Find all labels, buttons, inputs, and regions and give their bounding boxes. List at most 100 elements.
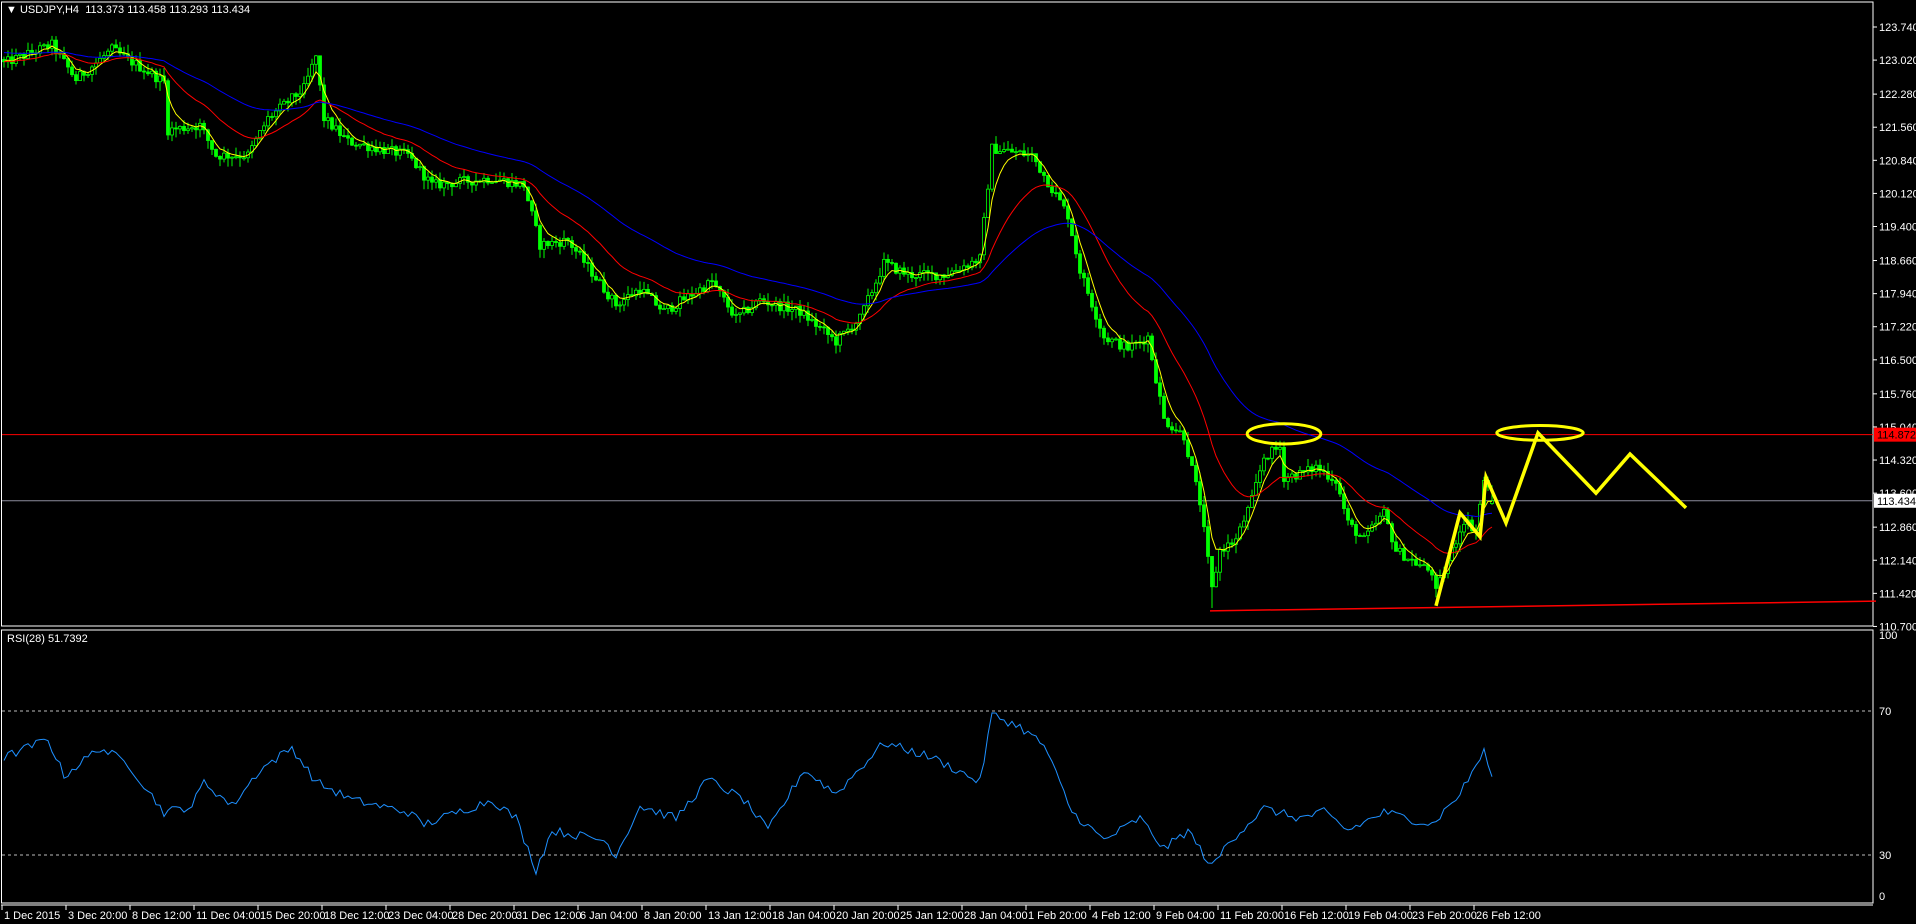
candle-body (702, 287, 706, 292)
candle-body (1206, 526, 1210, 557)
candle-body (1250, 495, 1254, 508)
candle-body (306, 75, 310, 85)
candle-body (922, 270, 926, 273)
current-price-label: 113.434 (1877, 496, 1916, 508)
candle-body (1058, 192, 1062, 201)
candle-body (1158, 382, 1162, 397)
time-label: 20 Jan 20:00 (836, 910, 900, 922)
candle-body (870, 292, 874, 297)
price-label: 112.860 (1879, 522, 1916, 534)
candle-body (1086, 277, 1090, 294)
candle-body (1186, 439, 1190, 458)
time-label: 18 Jan 04:00 (772, 910, 836, 922)
candle-body (674, 308, 678, 312)
time-label: 31 Dec 12:00 (516, 910, 581, 922)
candle-body (450, 183, 454, 188)
candle-body (882, 258, 886, 277)
candle-body (1130, 342, 1134, 351)
candle-body (434, 179, 438, 183)
price-label: 120.120 (1879, 188, 1916, 200)
candle-body (926, 270, 930, 273)
candle-body (818, 326, 822, 328)
candle-body (770, 304, 774, 307)
candle-body (1242, 520, 1246, 528)
candle-body (538, 225, 542, 250)
candles (2, 35, 1494, 609)
candle-body (862, 305, 866, 315)
candle-body (562, 237, 566, 247)
time-label: 8 Jan 20:00 (644, 910, 702, 922)
time-label: 15 Dec 20:00 (260, 910, 325, 922)
time-label: 8 Dec 12:00 (132, 910, 191, 922)
candle-body (338, 125, 342, 136)
candle-body (186, 128, 190, 131)
candle-body (1402, 548, 1406, 561)
candle-body (1254, 482, 1258, 496)
price-label: 118.660 (1879, 256, 1916, 268)
candle-body (1410, 558, 1414, 561)
price-label: 120.840 (1879, 155, 1916, 167)
candle-body (270, 116, 274, 118)
time-label: 26 Feb 12:00 (1476, 910, 1541, 922)
candle-body (1406, 558, 1410, 561)
candle-body (54, 39, 58, 54)
candle-body (390, 146, 394, 149)
main-panel-border (1, 1, 1874, 627)
candle-body (1346, 508, 1350, 521)
candle-body (274, 110, 278, 118)
candle-body (714, 280, 718, 287)
candle-body (182, 126, 186, 131)
candle-body (542, 240, 546, 250)
candle-body (30, 49, 34, 54)
candle-body (1062, 199, 1066, 207)
candle-body (1190, 456, 1194, 466)
price-label: 114.320 (1879, 455, 1916, 467)
candle-body (1118, 338, 1122, 350)
candle-body (1278, 446, 1282, 450)
support-trendline (1209, 600, 1877, 612)
candle-body (382, 147, 386, 155)
candle-body (830, 334, 834, 338)
time-label: 11 Feb 20:00 (1220, 910, 1284, 922)
ohlc-readout: 113.373 113.458 113.293 113.434 (85, 4, 251, 16)
price-chart[interactable]: 123.740 123.020 122.280 121.560 120.840 120.1… (0, 0, 1916, 924)
candle-body (658, 304, 662, 310)
candle-body (1102, 327, 1106, 339)
candle-body (1178, 430, 1182, 433)
candle-body (1214, 571, 1218, 588)
candle-body (1354, 524, 1358, 536)
axes: 123.740 123.020 122.280 121.560 120.840 120.1… (1, 22, 1916, 922)
candle-body (814, 319, 818, 327)
candle-body (326, 117, 330, 122)
candle-body (70, 66, 74, 76)
candle-body (1434, 574, 1438, 589)
candle-body (262, 125, 266, 131)
time-label: 1 Feb 20:00 (1028, 910, 1087, 922)
candle-body (1290, 473, 1294, 478)
candle-body (666, 305, 670, 310)
menu-arrow-icon[interactable]: ▼ (6, 4, 20, 16)
candle-body (354, 144, 358, 147)
candle-body (1090, 293, 1094, 308)
candle-body (358, 143, 362, 147)
candle-body (598, 279, 602, 282)
candle-body (730, 306, 734, 316)
candle-body (578, 250, 582, 253)
candle-body (298, 93, 302, 97)
candle-body (610, 294, 614, 300)
candle-body (546, 240, 550, 247)
candle-body (1398, 548, 1402, 552)
drawings[interactable] (1209, 422, 1877, 612)
rsi-axis-label: 0 (1879, 891, 1885, 903)
candle-body (1382, 508, 1386, 517)
time-label: 6 Jan 04:00 (580, 910, 638, 922)
candle-body (114, 44, 118, 49)
candle-body (1078, 253, 1082, 274)
time-label: 23 Dec 04:00 (388, 910, 453, 922)
candle-body (314, 55, 318, 65)
candle-body (822, 326, 826, 329)
rsi-panel-border (1, 629, 1874, 904)
ma-line-slow (3, 51, 1493, 518)
candle-body (1366, 530, 1370, 537)
candle-body (834, 336, 838, 346)
